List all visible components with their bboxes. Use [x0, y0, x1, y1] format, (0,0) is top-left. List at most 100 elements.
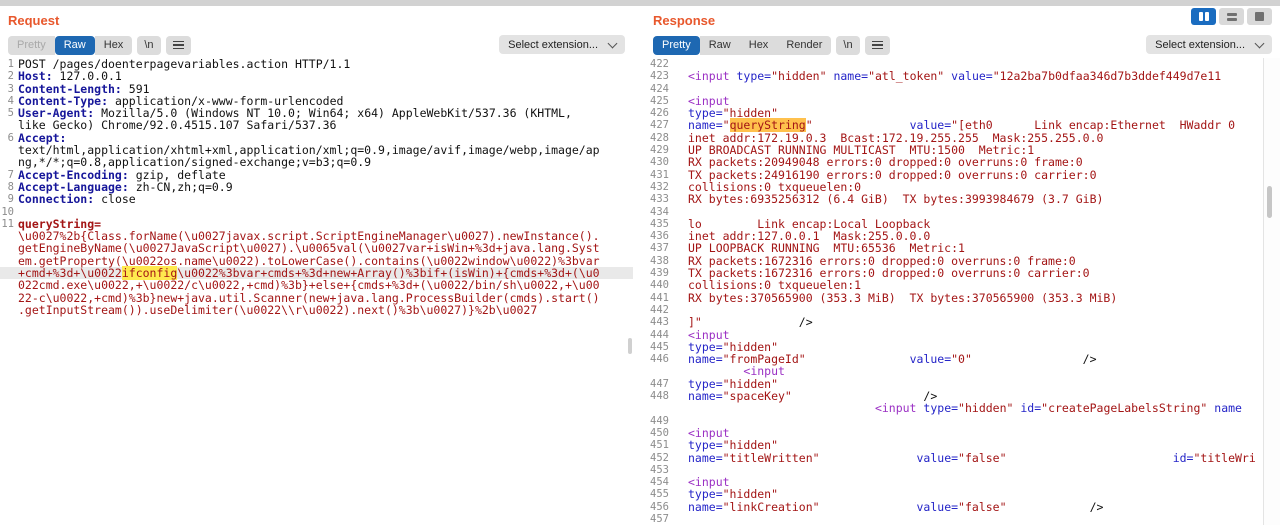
line-number: 437 — [645, 242, 669, 254]
response-tab-group: PrettyRawHexRender — [653, 36, 831, 55]
line-number: 427 — [645, 119, 669, 131]
response-scrollbar-thumb[interactable] — [1267, 186, 1272, 218]
line-number — [0, 242, 14, 254]
line-number: 452 — [645, 452, 669, 464]
line-number: 3 — [0, 83, 14, 95]
line-number: 11 — [0, 218, 14, 230]
line-number: 451 — [645, 439, 669, 451]
message-editor: Request PrettyRawHex \n Select extension… — [0, 6, 1280, 525]
request-panel: Request PrettyRawHex \n Select extension… — [0, 6, 633, 525]
chevron-down-icon — [1255, 38, 1265, 48]
line-number: 442 — [645, 304, 669, 316]
line-number — [0, 255, 14, 267]
line-number: 443 — [645, 316, 669, 328]
line-number: 7 — [0, 169, 14, 181]
request-scrollbar-thumb[interactable] — [628, 338, 632, 354]
line-number — [0, 279, 14, 291]
line-number: 449 — [645, 415, 669, 427]
split-view-button[interactable] — [1191, 8, 1216, 25]
line-number: 1 — [0, 58, 14, 70]
response-panel-title: Response — [653, 13, 715, 28]
request-toolbar: PrettyRawHex \n Select extension... — [8, 35, 625, 55]
rows-icon — [1227, 13, 1237, 21]
line-number — [645, 365, 669, 377]
line-number: 426 — [645, 107, 669, 119]
response-editor[interactable]: 422423<input type="hidden" name="atl_tok… — [645, 58, 1280, 525]
line-number — [0, 230, 14, 242]
code-line: 453 — [645, 464, 1280, 476]
line-number: 432 — [645, 181, 669, 193]
chevron-down-icon — [608, 38, 618, 48]
line-number: 434 — [645, 206, 669, 218]
line-number: 433 — [645, 193, 669, 205]
code-line: 456name="linkCreation" value="false" /> — [645, 501, 1280, 513]
line-number: 440 — [645, 279, 669, 291]
tab-render[interactable]: Render — [777, 36, 831, 55]
line-number: 441 — [645, 292, 669, 304]
tab-pretty[interactable]: Pretty — [8, 36, 55, 55]
code-line: 423<input type="hidden" name="atl_token"… — [645, 70, 1280, 82]
line-number: 429 — [645, 144, 669, 156]
line-number: 8 — [0, 181, 14, 193]
tab-raw[interactable]: Raw — [55, 36, 95, 55]
line-number — [0, 144, 14, 156]
line-number: 438 — [645, 255, 669, 267]
line-number: 435 — [645, 218, 669, 230]
line-number: 448 — [645, 390, 669, 402]
tab-pretty[interactable]: Pretty — [653, 36, 700, 55]
hamburger-menu-icon[interactable] — [865, 36, 890, 55]
code-line: like Gecko) Chrome/92.0.4515.107 Safari/… — [0, 119, 633, 131]
line-number: 4 — [0, 95, 14, 107]
line-number: 9 — [0, 193, 14, 205]
tab-hex[interactable]: Hex — [95, 36, 133, 55]
line-number — [0, 156, 14, 168]
newline-toggle-button[interactable]: \n — [137, 36, 160, 55]
code-line: 452name="titleWritten" value="false" id=… — [645, 452, 1280, 464]
line-number — [645, 402, 669, 414]
line-number: 446 — [645, 353, 669, 365]
line-number: 453 — [645, 464, 669, 476]
line-number: 10 — [0, 206, 14, 218]
code-line: .getInputStream()).useDelimiter(\u0022\\… — [0, 304, 633, 316]
line-number: 455 — [645, 488, 669, 500]
response-scrollbar-track[interactable] — [1263, 58, 1280, 525]
line-number: 428 — [645, 132, 669, 144]
line-number: 445 — [645, 341, 669, 353]
response-extension-dropdown-label: Select extension... — [1155, 39, 1245, 51]
line-number: 6 — [0, 132, 14, 144]
line-number — [0, 267, 14, 279]
request-tab-group: PrettyRawHex — [8, 36, 132, 55]
line-number: 436 — [645, 230, 669, 242]
line-number: 454 — [645, 476, 669, 488]
line-number: 430 — [645, 156, 669, 168]
code-line: 457 — [645, 513, 1280, 525]
line-number: 457 — [645, 513, 669, 525]
line-number: 424 — [645, 83, 669, 95]
request-editor[interactable]: 1POST /pages/doenterpagevariables.action… — [0, 58, 633, 525]
code-line: 443]" /> — [645, 316, 1280, 328]
line-number: 447 — [645, 378, 669, 390]
code-line: 9Connection: close — [0, 193, 633, 205]
line-number: 456 — [645, 501, 669, 513]
code-line: 449 — [645, 415, 1280, 427]
request-extension-dropdown-label: Select extension... — [508, 39, 598, 51]
response-panel: Response PrettyRawHexRender \n Select ex… — [645, 6, 1280, 525]
line-number — [0, 119, 14, 131]
single-view-button[interactable] — [1247, 8, 1272, 25]
code-line: 433RX bytes:6935256312 (6.4 GiB) TX byte… — [645, 193, 1280, 205]
response-toolbar: PrettyRawHexRender \n Select extension..… — [653, 35, 1272, 55]
line-number: 425 — [645, 95, 669, 107]
stacked-view-button[interactable] — [1219, 8, 1244, 25]
newline-toggle-button[interactable]: \n — [836, 36, 859, 55]
response-extension-dropdown[interactable]: Select extension... — [1146, 35, 1272, 54]
line-number — [0, 292, 14, 304]
line-number: 450 — [645, 427, 669, 439]
hamburger-menu-icon[interactable] — [166, 36, 191, 55]
request-panel-title: Request — [8, 13, 59, 28]
request-extension-dropdown[interactable]: Select extension... — [499, 35, 625, 54]
code-line: 424 — [645, 83, 1280, 95]
line-number: 431 — [645, 169, 669, 181]
tab-hex[interactable]: Hex — [740, 36, 778, 55]
line-number — [0, 304, 14, 316]
tab-raw[interactable]: Raw — [700, 36, 740, 55]
